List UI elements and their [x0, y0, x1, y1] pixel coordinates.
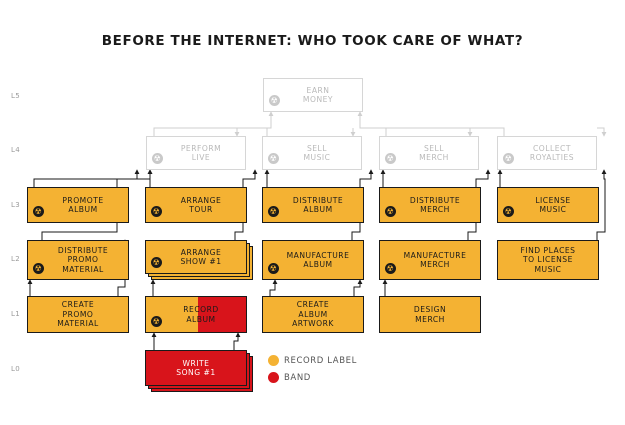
legend-band-swatch [268, 372, 279, 383]
node-promote-album: ☢ PROMOTE ALBUM [27, 187, 129, 223]
legend-record-label-swatch [268, 355, 279, 366]
node-label: CREATE ALBUM ARTWORK [292, 300, 334, 329]
record-label-disc-icon: ☢ [385, 153, 396, 164]
diagram-canvas: BEFORE THE INTERNET: WHO TOOK CARE OF WH… [0, 0, 625, 425]
node-label: EARN MONEY [302, 85, 334, 105]
node-sell-music: ☢ SELL MUSIC [262, 136, 362, 170]
node-collect-royalties: ☢ COLLECT ROYALTIES [497, 136, 597, 170]
node-record-album: ☢ RECORD ALBUM [145, 296, 247, 333]
node-label: DESIGN MERCH [413, 305, 447, 324]
node-label: PROMOTE ALBUM [62, 195, 104, 215]
record-label-disc-icon: ☢ [503, 206, 514, 217]
node-license-music: ☢ LICENSE MUSIC [497, 187, 599, 223]
node-label: RECORD ALBUM [183, 305, 219, 324]
record-label-disc-icon: ☢ [503, 153, 514, 164]
node-label: CREATE PROMO MATERIAL [57, 300, 99, 329]
node-label: SELL MUSIC [303, 143, 331, 163]
record-label-disc-icon: ☢ [33, 206, 44, 217]
record-label-disc-icon: ☢ [152, 153, 163, 164]
node-manufacture-album: ☢ MANUFACTURE ALBUM [262, 240, 364, 280]
node-distribute-album: ☢ DISTRIBUTE ALBUM [262, 187, 364, 223]
node-label: MANUFACTURE MERCH [403, 250, 467, 270]
node-distribute-merch: ☢ DISTRIBUTE MERCH [379, 187, 481, 223]
node-find-places-to-license-music: FIND PLACES TO LICENSE MUSIC [497, 240, 599, 280]
node-perform-live: ☢ PERFORM LIVE [146, 136, 246, 170]
node-label: DISTRIBUTE PROMO MATERIAL [57, 245, 109, 274]
record-label-disc-icon: ☢ [268, 153, 279, 164]
node-create-album-artwork: CREATE ALBUM ARTWORK [262, 296, 364, 333]
record-label-disc-icon: ☢ [151, 206, 162, 217]
node-label: FIND PLACES TO LICENSE MUSIC [520, 245, 576, 274]
node-label: PERFORM LIVE [180, 143, 222, 163]
node-label: COLLECT ROYALTIES [529, 143, 575, 163]
node-label: DISTRIBUTE ALBUM [292, 195, 344, 215]
node-write-song: WRITE SONG #1 [145, 350, 247, 386]
node-arrange-tour: ☢ ARRANGE TOUR [145, 187, 247, 223]
node-earn-money: ☢ EARN MONEY [263, 78, 363, 112]
inactive-connectors [153, 111, 607, 137]
legend-band-label: BAND [284, 373, 311, 383]
record-label-disc-icon: ☢ [151, 257, 162, 268]
record-label-disc-icon: ☢ [385, 206, 396, 217]
node-arrange-show: ☢ ARRANGE SHOW #1 [145, 240, 247, 274]
node-label: ARRANGE TOUR [180, 195, 222, 215]
node-label: DISTRIBUTE MERCH [409, 195, 461, 215]
record-label-disc-icon: ☢ [268, 206, 279, 217]
node-label: LICENSE MUSIC [535, 195, 571, 215]
node-label: WRITE SONG #1 [176, 358, 216, 378]
legend-record-label-label: RECORD LABEL [284, 356, 357, 366]
node-design-merch: DESIGN MERCH [379, 296, 481, 333]
node-label: ARRANGE SHOW #1 [180, 247, 222, 267]
record-label-disc-icon: ☢ [268, 263, 279, 274]
node-label: SELL MERCH [419, 143, 449, 163]
node-manufacture-merch: ☢ MANUFACTURE MERCH [379, 240, 481, 280]
record-label-disc-icon: ☢ [269, 95, 280, 106]
node-distribute-promo-material: ☢ DISTRIBUTE PROMO MATERIAL [27, 240, 129, 280]
node-sell-merch: ☢ SELL MERCH [379, 136, 479, 170]
node-label: MANUFACTURE ALBUM [286, 250, 350, 270]
record-label-disc-icon: ☢ [151, 316, 162, 327]
record-label-disc-icon: ☢ [385, 263, 396, 274]
record-label-disc-icon: ☢ [33, 263, 44, 274]
node-create-promo-material: CREATE PROMO MATERIAL [27, 296, 129, 333]
